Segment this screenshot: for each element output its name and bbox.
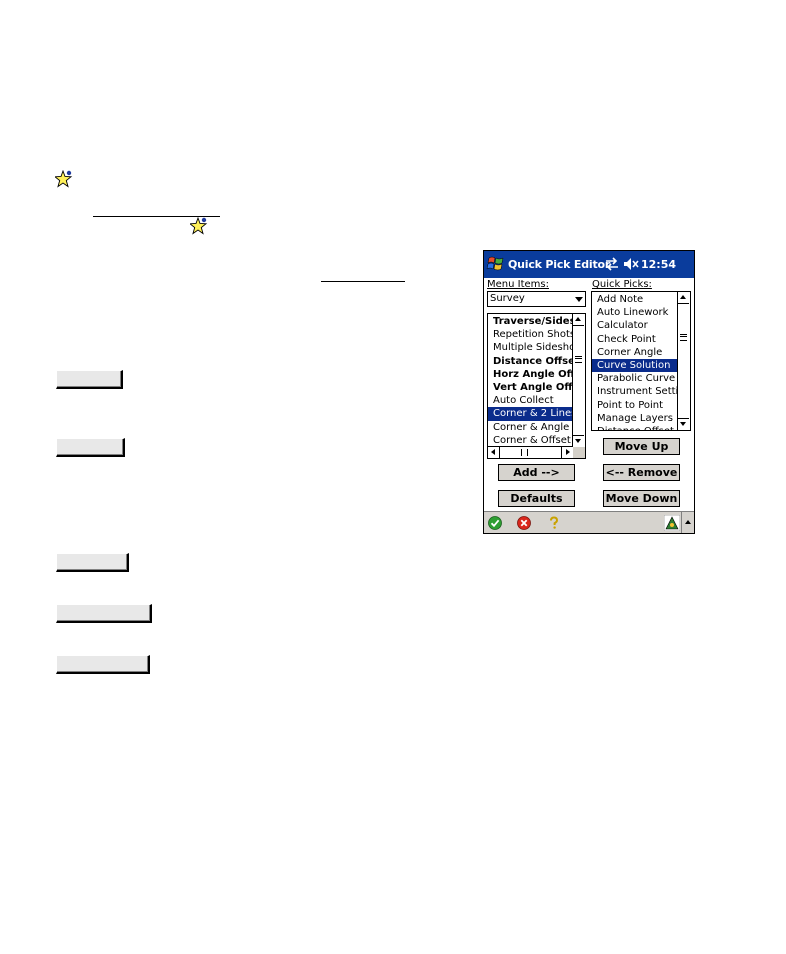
menu-category-combo[interactable]: Survey [487, 291, 586, 307]
scroll-thumb[interactable] [521, 449, 528, 456]
quick-picks-list[interactable]: Add Note Auto Linework Calculator Check Poi… [591, 291, 691, 431]
underline-rule [321, 281, 405, 282]
title-bar: Quick Pick Editor 12:54 [484, 251, 694, 278]
windows-flag-icon[interactable] [486, 254, 506, 274]
scroll-left-button[interactable] [488, 447, 500, 458]
button-glyph [56, 604, 152, 623]
vertical-scrollbar[interactable] [677, 292, 690, 430]
arrow-up-icon [680, 295, 686, 299]
scroll-down-button[interactable] [678, 418, 689, 430]
button-glyph [56, 553, 129, 572]
defaults-button[interactable]: Defaults [498, 490, 575, 507]
menu-items-list[interactable]: Traverse/Sideshot Repetition Shots Multipl… [487, 313, 586, 459]
help-question-icon[interactable] [547, 516, 561, 530]
pocket-pc-screen: Quick Pick Editor 12:54 Menu Items: Quic… [483, 250, 695, 534]
scroll-up-button[interactable] [678, 292, 689, 304]
arrow-up-icon [685, 520, 691, 524]
button-glyph [56, 370, 123, 389]
scroll-down-button[interactable] [573, 435, 584, 447]
arrow-left-icon [491, 449, 495, 455]
sip-toggle[interactable] [681, 512, 694, 533]
quick-picks-label: Quick Picks: [592, 279, 652, 290]
scroll-corner [573, 447, 585, 458]
window-title: Quick Pick Editor [508, 258, 611, 271]
menu-items-label: Menu Items: [487, 279, 549, 290]
clock[interactable]: 12:54 [641, 258, 676, 271]
green-check-icon[interactable] [488, 516, 502, 530]
move-up-button[interactable]: Move Up [603, 438, 680, 455]
red-x-icon[interactable] [517, 516, 531, 530]
scroll-thumb[interactable] [575, 356, 582, 363]
add-button[interactable]: Add --> [498, 464, 575, 481]
combo-value: Survey [490, 293, 525, 304]
scroll-thumb[interactable] [680, 334, 687, 341]
button-glyph [56, 655, 150, 674]
star-icon [190, 217, 208, 235]
arrow-right-icon [566, 449, 570, 455]
arrow-down-icon [575, 439, 581, 443]
command-bar [484, 511, 694, 533]
remove-button[interactable]: <-- Remove [603, 464, 680, 481]
scroll-up-button[interactable] [573, 314, 584, 326]
arrow-up-icon [575, 317, 581, 321]
speaker-muted-icon[interactable] [623, 257, 639, 271]
connectivity-arrows-icon[interactable] [604, 257, 620, 271]
horizontal-scrollbar[interactable] [488, 446, 573, 458]
star-icon [55, 170, 73, 188]
move-down-button[interactable]: Move Down [603, 490, 680, 507]
arrow-down-icon [680, 422, 686, 426]
scroll-right-button[interactable] [561, 447, 573, 458]
chevron-down-icon[interactable] [575, 297, 583, 302]
survey-pro-icon[interactable] [664, 515, 680, 531]
vertical-scrollbar[interactable] [572, 314, 585, 447]
button-glyph [56, 438, 125, 457]
